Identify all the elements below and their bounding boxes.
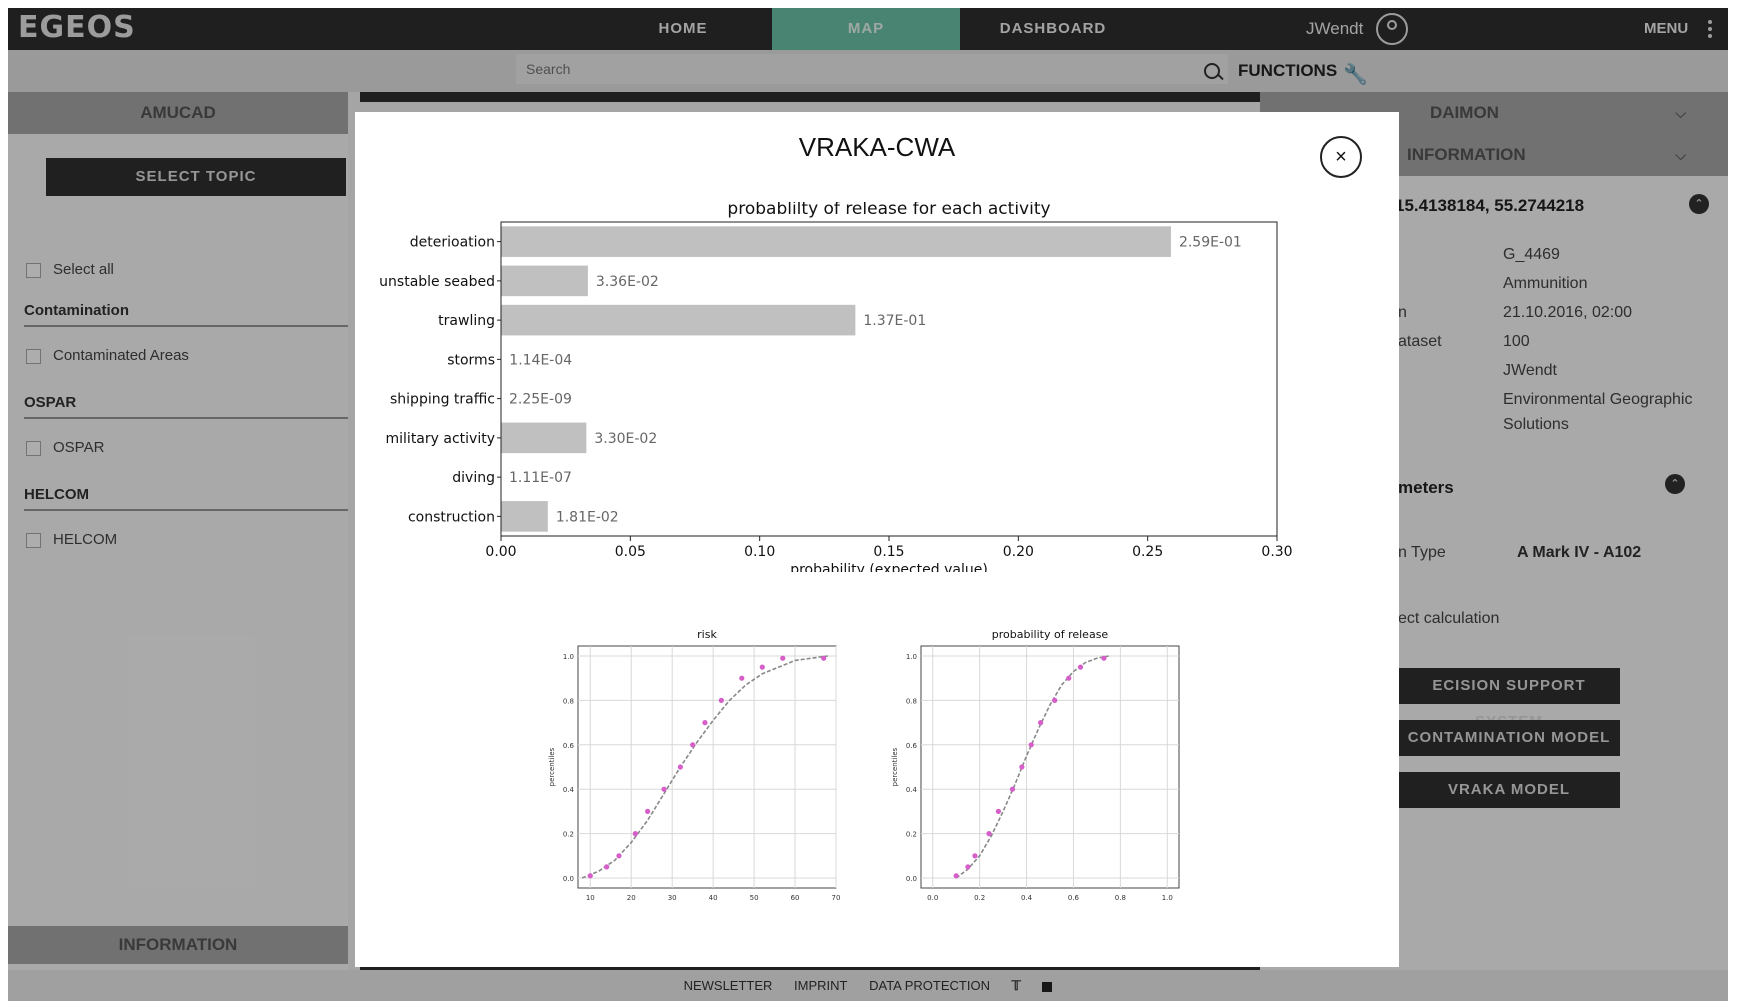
data-label: 2.59E-01 [1179,235,1242,251]
x-tick-label: 20 [627,894,636,902]
data-point [739,675,745,681]
x-tick-label: 0.0 [927,894,938,902]
x-tick-label: 1.0 [1162,894,1173,902]
data-point [972,853,978,859]
chart-title: risk [697,628,717,641]
data-point [604,864,610,870]
vraka-modal: VRAKA-CWA × probablilty of release for e… [355,112,1399,967]
y-tick-label: 0.6 [906,742,918,750]
x-tick-label: 0.8 [1115,894,1126,902]
data-label: 2.25E-09 [509,392,572,408]
data-point [702,720,708,726]
x-tick-label: 10 [586,894,595,902]
bar [501,501,548,532]
data-label: 3.36E-02 [596,274,659,290]
plot-frame [920,645,1180,889]
y-tick-label: 0.4 [906,786,918,794]
category-label: deterioation [410,235,495,251]
x-tick-label: 60 [791,894,800,902]
y-tick-label: 1.0 [563,653,574,661]
close-icon[interactable]: × [1320,136,1362,178]
x-tick-label: 0.4 [1021,894,1033,902]
data-point [632,831,638,837]
x-tick-label: 0.10 [744,544,775,560]
x-tick-label: 50 [750,894,759,902]
chart-title: probablilty of release for each activity [727,202,1050,219]
x-tick-label: 0.6 [1068,894,1080,902]
data-point [1052,697,1058,703]
y-tick-label: 0.2 [906,831,917,839]
y-tick-label: 0.2 [563,831,574,839]
y-axis-label: percentiles [548,747,556,786]
data-point [1066,675,1072,681]
x-tick-label: 70 [832,894,840,902]
data-label: 1.11E-07 [509,470,572,486]
probability-chart: probability of release 0.0 0.2 0.4 0.6 0.8 1.0… [891,628,1180,902]
data-point [1038,720,1044,726]
bar [501,265,588,297]
data-label: 3.30E-02 [594,431,657,447]
modal-title: VRAKA-CWA [798,132,956,162]
x-tick-label: 40 [709,894,718,902]
data-point [1077,664,1084,670]
x-axis-label: probability (expected value) [790,562,988,572]
data-point [1019,764,1025,770]
x-tick-label: 0.00 [485,544,516,560]
data-point [995,808,1001,814]
plot-frame [500,221,1278,537]
data-point [690,742,696,748]
data-point [645,808,651,814]
data-point [780,655,786,661]
y-tick-label: 1.0 [906,653,917,661]
y-tick-label: 0.6 [563,742,575,750]
data-point [986,831,992,837]
chart-title: probability of release [992,628,1109,641]
data-point [953,873,959,879]
bar [501,422,587,454]
category-label: storms [447,352,495,368]
data-point [661,786,667,792]
category-label: trawling [438,313,495,329]
y-tick-label: 0.4 [563,786,575,794]
data-point [965,864,971,870]
category-label: diving [452,470,495,486]
data-point [1009,786,1016,792]
category-label: construction [408,509,495,525]
data-point [1028,742,1034,748]
data-label: 1.37E-01 [863,313,926,329]
y-tick-label: 0.0 [906,875,917,883]
y-axis-label: percentiles [891,747,899,786]
x-tick-label: 0.15 [873,544,904,560]
data-point [587,873,593,879]
category-label: military activity [386,431,495,447]
data-label: 1.81E-02 [556,509,619,525]
data-point [718,697,724,703]
x-tick-label: 0.25 [1132,544,1163,560]
x-tick-label: 0.2 [974,894,985,902]
category-label: shipping traffic [390,392,495,408]
data-point [1101,655,1107,661]
bar-chart: probablilty of release for each activity… [379,202,1292,572]
plot-frame [577,645,837,889]
data-point [821,655,827,661]
x-tick-label: 30 [668,894,677,902]
bar [501,304,856,336]
y-tick-label: 0.0 [563,875,574,883]
data-point [616,853,622,859]
data-point [759,664,765,670]
x-tick-label: 0.05 [615,544,646,560]
bar [501,226,1171,257]
y-tick-label: 0.8 [906,697,917,705]
data-point [677,764,683,770]
data-label: 1.14E-04 [509,352,572,368]
risk-chart: risk 10 20 30 40 50 60 70 0.0 0.2 0.4 0.6 0.8 1.0 perc… [548,628,840,902]
category-label: unstable seabed [379,274,495,290]
y-tick-label: 0.8 [563,697,574,705]
x-tick-label: 0.20 [1003,544,1034,560]
x-tick-label: 0.30 [1261,544,1292,560]
app-window: EGEOS HOME MAP DASHBOARD JWendt MENU FUN… [8,8,1728,1001]
